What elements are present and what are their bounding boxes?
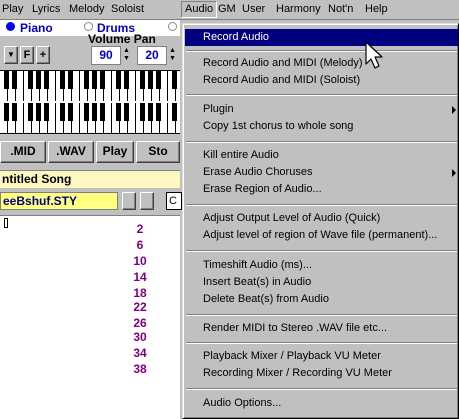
wav-button[interactable]: .WAV bbox=[48, 141, 94, 163]
menu-item-label: Render MIDI to Stereo .WAV file etc... bbox=[203, 322, 388, 334]
key-field[interactable]: C bbox=[166, 192, 182, 210]
menu-item-record-audio-midi-soloist[interactable]: Record Audio and MIDI (Soloist) bbox=[185, 72, 458, 89]
control-row: ▼ F + 90 ▲ ▼ 20 ▲ ▼ bbox=[0, 46, 180, 68]
menu-item-adjust-output[interactable]: Adjust Output Level of Audio (Quick) bbox=[185, 210, 458, 227]
menu-separator bbox=[186, 204, 457, 206]
menu-separator bbox=[186, 314, 457, 316]
radio-drums[interactable] bbox=[84, 22, 93, 31]
stop-button[interactable]: Sto bbox=[136, 141, 180, 163]
menu-item-label: Timeshift Audio (ms)... bbox=[203, 259, 313, 271]
dropdown-button[interactable]: ▼ bbox=[4, 46, 18, 64]
radio-piano-label: Piano bbox=[20, 21, 53, 35]
triangle-down-icon: ▼ bbox=[7, 50, 15, 59]
menu-item-label: Adjust level of region of Wave file (per… bbox=[203, 229, 438, 241]
menu-separator bbox=[186, 250, 457, 252]
menu-play[interactable]: Play bbox=[2, 3, 23, 16]
menu-item-erase-choruses[interactable]: Erase Audio Choruses bbox=[185, 164, 458, 181]
menu-lyrics[interactable]: Lyrics bbox=[32, 3, 60, 16]
menu-item-adjust-region-level[interactable]: Adjust level of region of Wave file (per… bbox=[185, 227, 458, 244]
bar-number: 6 bbox=[136, 238, 144, 252]
bar-number: 14 bbox=[133, 270, 147, 284]
menu-item-label: Record Audio bbox=[203, 31, 270, 43]
menu-separator bbox=[186, 94, 457, 96]
menu-separator bbox=[186, 50, 457, 52]
menu-item-label: Erase Audio Choruses bbox=[203, 166, 313, 178]
menu-item-render-midi[interactable]: Render MIDI to Stereo .WAV file etc... bbox=[185, 320, 458, 337]
menu-item-record-audio-midi-melody[interactable]: Record Audio and MIDI (Melody) bbox=[185, 55, 458, 72]
bar-number: 30 bbox=[133, 330, 147, 344]
menu-item-insert-beats[interactable]: Insert Beat(s) in Audio bbox=[185, 274, 458, 291]
menu-item-label: Kill entire Audio bbox=[203, 149, 279, 161]
audio-menu: Record Audio Record Audio and MIDI (Melo… bbox=[182, 23, 459, 419]
file-buttons: .MID .WAV Play Sto bbox=[0, 140, 180, 164]
radio-piano[interactable] bbox=[6, 22, 15, 31]
style-name[interactable]: eeBshuf.STY bbox=[0, 192, 118, 210]
volume-field[interactable]: 90 bbox=[91, 46, 121, 65]
menu-item-timeshift[interactable]: Timeshift Audio (ms)... bbox=[185, 257, 458, 274]
menu-harmony[interactable]: Harmony bbox=[276, 3, 321, 16]
menu-item-label: Playback Mixer / Playback VU Meter bbox=[203, 350, 381, 362]
menu-audio[interactable]: Audio bbox=[181, 1, 218, 18]
menu-notn[interactable]: Not'n bbox=[328, 3, 353, 16]
menu-item-label: Record Audio and MIDI (Melody) bbox=[203, 57, 363, 69]
arrow-cursor-icon bbox=[365, 41, 383, 69]
menu-item-label: Recording Mixer / Recording VU Meter bbox=[203, 367, 392, 379]
radio-other[interactable] bbox=[168, 22, 177, 31]
bar-number: 38 bbox=[133, 362, 147, 376]
menu-user[interactable]: User bbox=[242, 3, 265, 16]
f-button[interactable]: F bbox=[20, 46, 34, 64]
menu-melody[interactable]: Melody bbox=[69, 3, 104, 16]
bar-number: 34 bbox=[133, 346, 147, 360]
menu-item-record-audio[interactable]: Record Audio bbox=[185, 29, 458, 46]
pan-field[interactable]: 20 bbox=[137, 46, 167, 65]
volume-spinner[interactable]: ▲ ▼ bbox=[122, 47, 131, 63]
position-marker bbox=[4, 218, 8, 228]
menu-item-recording-mixer[interactable]: Recording Mixer / Recording VU Meter bbox=[185, 365, 458, 382]
play-button[interactable]: Play bbox=[96, 141, 134, 163]
bar-number: 2 bbox=[136, 222, 144, 236]
menu-separator bbox=[186, 141, 457, 143]
black-keys-lower bbox=[0, 103, 180, 121]
menu-item-erase-region[interactable]: Erase Region of Audio... bbox=[185, 181, 458, 198]
menu-item-label: Plugin bbox=[203, 103, 234, 115]
mid-button[interactable]: .MID bbox=[0, 141, 46, 163]
piano-keyboard bbox=[0, 70, 180, 134]
menu-item-playback-mixer[interactable]: Playback Mixer / Playback VU Meter bbox=[185, 348, 458, 365]
menu-item-label: Audio Options... bbox=[203, 397, 282, 409]
menu-item-audio-options[interactable]: Audio Options... bbox=[185, 395, 458, 412]
menu-separator bbox=[186, 342, 457, 344]
menu-item-delete-beats[interactable]: Delete Beat(s) from Audio bbox=[185, 291, 458, 308]
bar-number: 22 bbox=[133, 300, 147, 314]
black-keys-upper bbox=[0, 71, 180, 89]
menu-item-copy-chorus[interactable]: Copy 1st chorus to whole song bbox=[185, 118, 458, 135]
menu-item-kill-audio[interactable]: Kill entire Audio bbox=[185, 147, 458, 164]
menu-item-label: Insert Beat(s) in Audio bbox=[203, 276, 312, 288]
style-bar: eeBshuf.STY C bbox=[0, 190, 182, 212]
style-button-2[interactable] bbox=[140, 192, 154, 210]
menu-bar: Play Lyrics Melody Soloist Audio GM User… bbox=[0, 0, 459, 20]
bar-number-area: 2 6 10 14 18 22 26 30 34 38 bbox=[0, 215, 180, 419]
volume-pan-label: Volume Pan bbox=[88, 32, 156, 46]
menu-item-label: Copy 1st chorus to whole song bbox=[203, 120, 354, 132]
menu-gm[interactable]: GM bbox=[218, 3, 236, 16]
menu-help[interactable]: Help bbox=[365, 3, 388, 16]
bar-number: 18 bbox=[133, 286, 147, 300]
menu-item-label: Delete Beat(s) from Audio bbox=[203, 293, 329, 305]
menu-item-label: Record Audio and MIDI (Soloist) bbox=[203, 74, 361, 86]
bar-number: 26 bbox=[133, 316, 147, 330]
bar-number: 10 bbox=[133, 254, 147, 268]
menu-soloist[interactable]: Soloist bbox=[111, 3, 144, 16]
pan-spinner[interactable]: ▲ ▼ bbox=[168, 47, 177, 63]
menu-separator bbox=[186, 388, 457, 390]
submenu-arrow-icon bbox=[452, 169, 456, 177]
style-button-1[interactable] bbox=[122, 192, 136, 210]
plus-button[interactable]: + bbox=[36, 46, 50, 64]
submenu-arrow-icon bbox=[452, 106, 456, 114]
menu-item-label: Erase Region of Audio... bbox=[203, 183, 322, 195]
song-title[interactable]: ntitled Song bbox=[0, 170, 180, 188]
menu-item-label: Adjust Output Level of Audio (Quick) bbox=[203, 212, 381, 224]
menu-item-plugin[interactable]: Plugin bbox=[185, 101, 458, 118]
